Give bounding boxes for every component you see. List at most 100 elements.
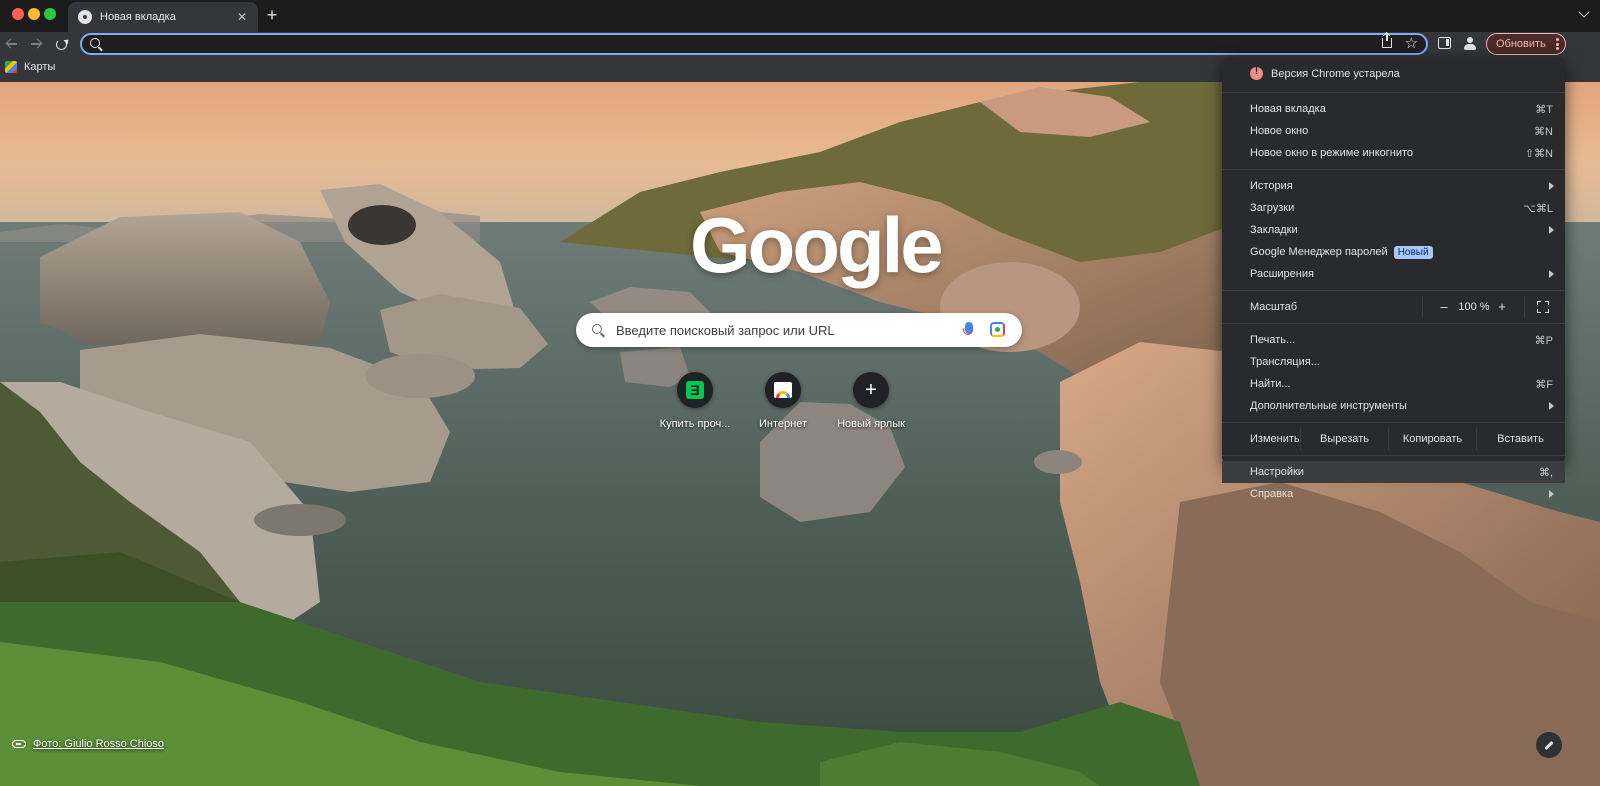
update-button[interactable]: Обновить (1486, 33, 1566, 55)
evernote-icon: Ǝ (686, 381, 704, 399)
menu-edit-row: Изменить Вырезать Копировать Вставить (1222, 428, 1565, 450)
menu-item-cast[interactable]: Трансляция... (1222, 351, 1565, 373)
shortcut-tile: + (853, 372, 889, 408)
menu-item-label: Трансляция... (1250, 356, 1320, 368)
menu-item-label: Новая вкладка (1250, 103, 1326, 115)
menu-divider (1222, 323, 1565, 324)
side-panel-icon[interactable] (1438, 37, 1451, 49)
customize-button[interactable] (1536, 732, 1562, 758)
ntp-search-box[interactable]: Введите поисковый запрос или URL (576, 313, 1022, 347)
shortcut-add[interactable]: + Новый ярлык (826, 372, 916, 430)
menu-item-label: Загрузки (1250, 202, 1295, 214)
photo-credit-link[interactable]: Фото: Giulio Rosso Chioso (12, 738, 164, 750)
menu-shortcut: ⌥⌘L (1523, 203, 1553, 215)
menu-item-label: Версия Chrome устарела (1271, 68, 1400, 80)
tab-strip: Новая вкладка ✕ + (0, 0, 1600, 32)
edit-label: Изменить (1250, 433, 1300, 445)
menu-item-label: Настройки (1250, 466, 1304, 478)
back-button[interactable] (2, 34, 22, 54)
pencil-icon (1544, 740, 1554, 750)
menu-item-new-window[interactable]: Новое окно ⌘N (1222, 120, 1565, 142)
menu-item-new-tab[interactable]: Новая вкладка ⌘T (1222, 98, 1565, 120)
menu-item-help[interactable]: Справка (1222, 483, 1565, 505)
close-window-button[interactable] (12, 8, 24, 20)
maps-icon (5, 61, 17, 73)
submenu-arrow-icon (1549, 182, 1554, 190)
menu-item-label: Справка (1250, 488, 1294, 500)
chrome-icon (78, 10, 92, 24)
update-label: Обновить (1496, 38, 1546, 50)
back-arrow-icon (6, 38, 18, 50)
menu-item-settings[interactable]: Настройки ⌘, (1222, 461, 1565, 483)
tab-search-chevron-icon[interactable] (1578, 6, 1590, 18)
menu-divider (1524, 296, 1525, 318)
reload-button[interactable] (51, 34, 71, 54)
menu-item-extensions[interactable]: Расширения (1222, 263, 1565, 285)
menu-shortcut: ⌘, (1538, 467, 1553, 479)
link-icon (12, 740, 26, 748)
minimize-window-button[interactable] (28, 8, 40, 20)
microphone-icon[interactable] (963, 322, 973, 335)
address-input[interactable] (108, 35, 1368, 53)
maximize-window-button[interactable] (44, 8, 56, 20)
tab-title: Новая вкладка (100, 11, 176, 23)
toolbar: ☆ Обновить (0, 32, 1600, 56)
submenu-arrow-icon (1549, 402, 1554, 410)
copy-button[interactable]: Копировать (1388, 428, 1476, 450)
menu-item-label: Закладки (1250, 224, 1298, 236)
menu-item-label: Новое окно (1250, 125, 1309, 137)
menu-shortcut: ⇧⌘N (1524, 148, 1553, 160)
menu-zoom-row: Масштаб – 100 % + (1222, 296, 1565, 318)
menu-item-label: История (1250, 180, 1293, 192)
tab-close-icon[interactable]: ✕ (234, 10, 250, 24)
plus-icon: + (865, 379, 877, 401)
menu-item-history[interactable]: История (1222, 175, 1565, 197)
menu-shortcut: ⌘T (1535, 104, 1553, 116)
profile-icon[interactable] (1462, 36, 1478, 52)
share-icon[interactable] (1382, 33, 1392, 48)
menu-divider (1222, 290, 1565, 291)
new-tab-button[interactable]: + (262, 6, 282, 26)
menu-item-label: Расширения (1250, 268, 1314, 280)
menu-item-more-tools[interactable]: Дополнительные инструменты (1222, 395, 1565, 417)
submenu-arrow-icon (1549, 226, 1554, 234)
menu-item-downloads[interactable]: Загрузки ⌥⌘L (1222, 197, 1565, 219)
bookmark-star-icon[interactable]: ☆ (1405, 34, 1418, 52)
menu-divider (1422, 296, 1423, 318)
search-placeholder: Введите поисковый запрос или URL (616, 323, 835, 338)
zoom-out-button[interactable]: – (1436, 299, 1452, 314)
forward-button[interactable] (26, 34, 46, 54)
menu-item-outdated[interactable]: Версия Chrome устарела (1222, 61, 1565, 87)
menu-item-find[interactable]: Найти... ⌘F (1222, 373, 1565, 395)
bookmark-maps[interactable]: Карты (5, 61, 55, 73)
kebab-menu-icon (1556, 38, 1559, 50)
shortcut-buy[interactable]: Ǝ Купить проч... (650, 372, 740, 430)
menu-divider (1222, 92, 1565, 93)
warning-icon (1250, 66, 1263, 80)
paste-button[interactable]: Вставить (1476, 428, 1564, 450)
shortcut-internet[interactable]: Интернет (738, 372, 828, 430)
menu-shortcut: ⌘P (1534, 335, 1553, 347)
shortcut-tile (765, 372, 801, 408)
rainbow-icon (774, 382, 792, 398)
cut-button[interactable]: Вырезать (1300, 428, 1388, 450)
fullscreen-icon[interactable] (1537, 301, 1549, 313)
menu-item-bookmarks[interactable]: Закладки (1222, 219, 1565, 241)
reload-icon (55, 38, 67, 50)
menu-divider (1222, 422, 1565, 423)
forward-arrow-icon (30, 38, 42, 50)
google-lens-icon[interactable] (990, 322, 1005, 337)
menu-item-incognito[interactable]: Новое окно в режиме инкогнито ⇧⌘N (1222, 142, 1565, 164)
zoom-in-button[interactable]: + (1494, 299, 1510, 314)
menu-divider (1222, 455, 1565, 456)
menu-item-password-manager[interactable]: Google Менеджер паролей Новый (1222, 241, 1565, 263)
menu-divider (1222, 169, 1565, 170)
omnibox[interactable]: ☆ (80, 33, 1428, 55)
new-badge: Новый (1393, 245, 1433, 259)
menu-item-label: Новое окно в режиме инкогнито (1250, 147, 1414, 159)
menu-item-print[interactable]: Печать... ⌘P (1222, 329, 1565, 351)
zoom-label: Масштаб (1250, 301, 1298, 313)
tab-new-tab[interactable]: Новая вкладка ✕ (68, 2, 258, 32)
menu-shortcut: ⌘N (1534, 126, 1553, 138)
shortcut-label: Новый ярлык (837, 418, 905, 430)
